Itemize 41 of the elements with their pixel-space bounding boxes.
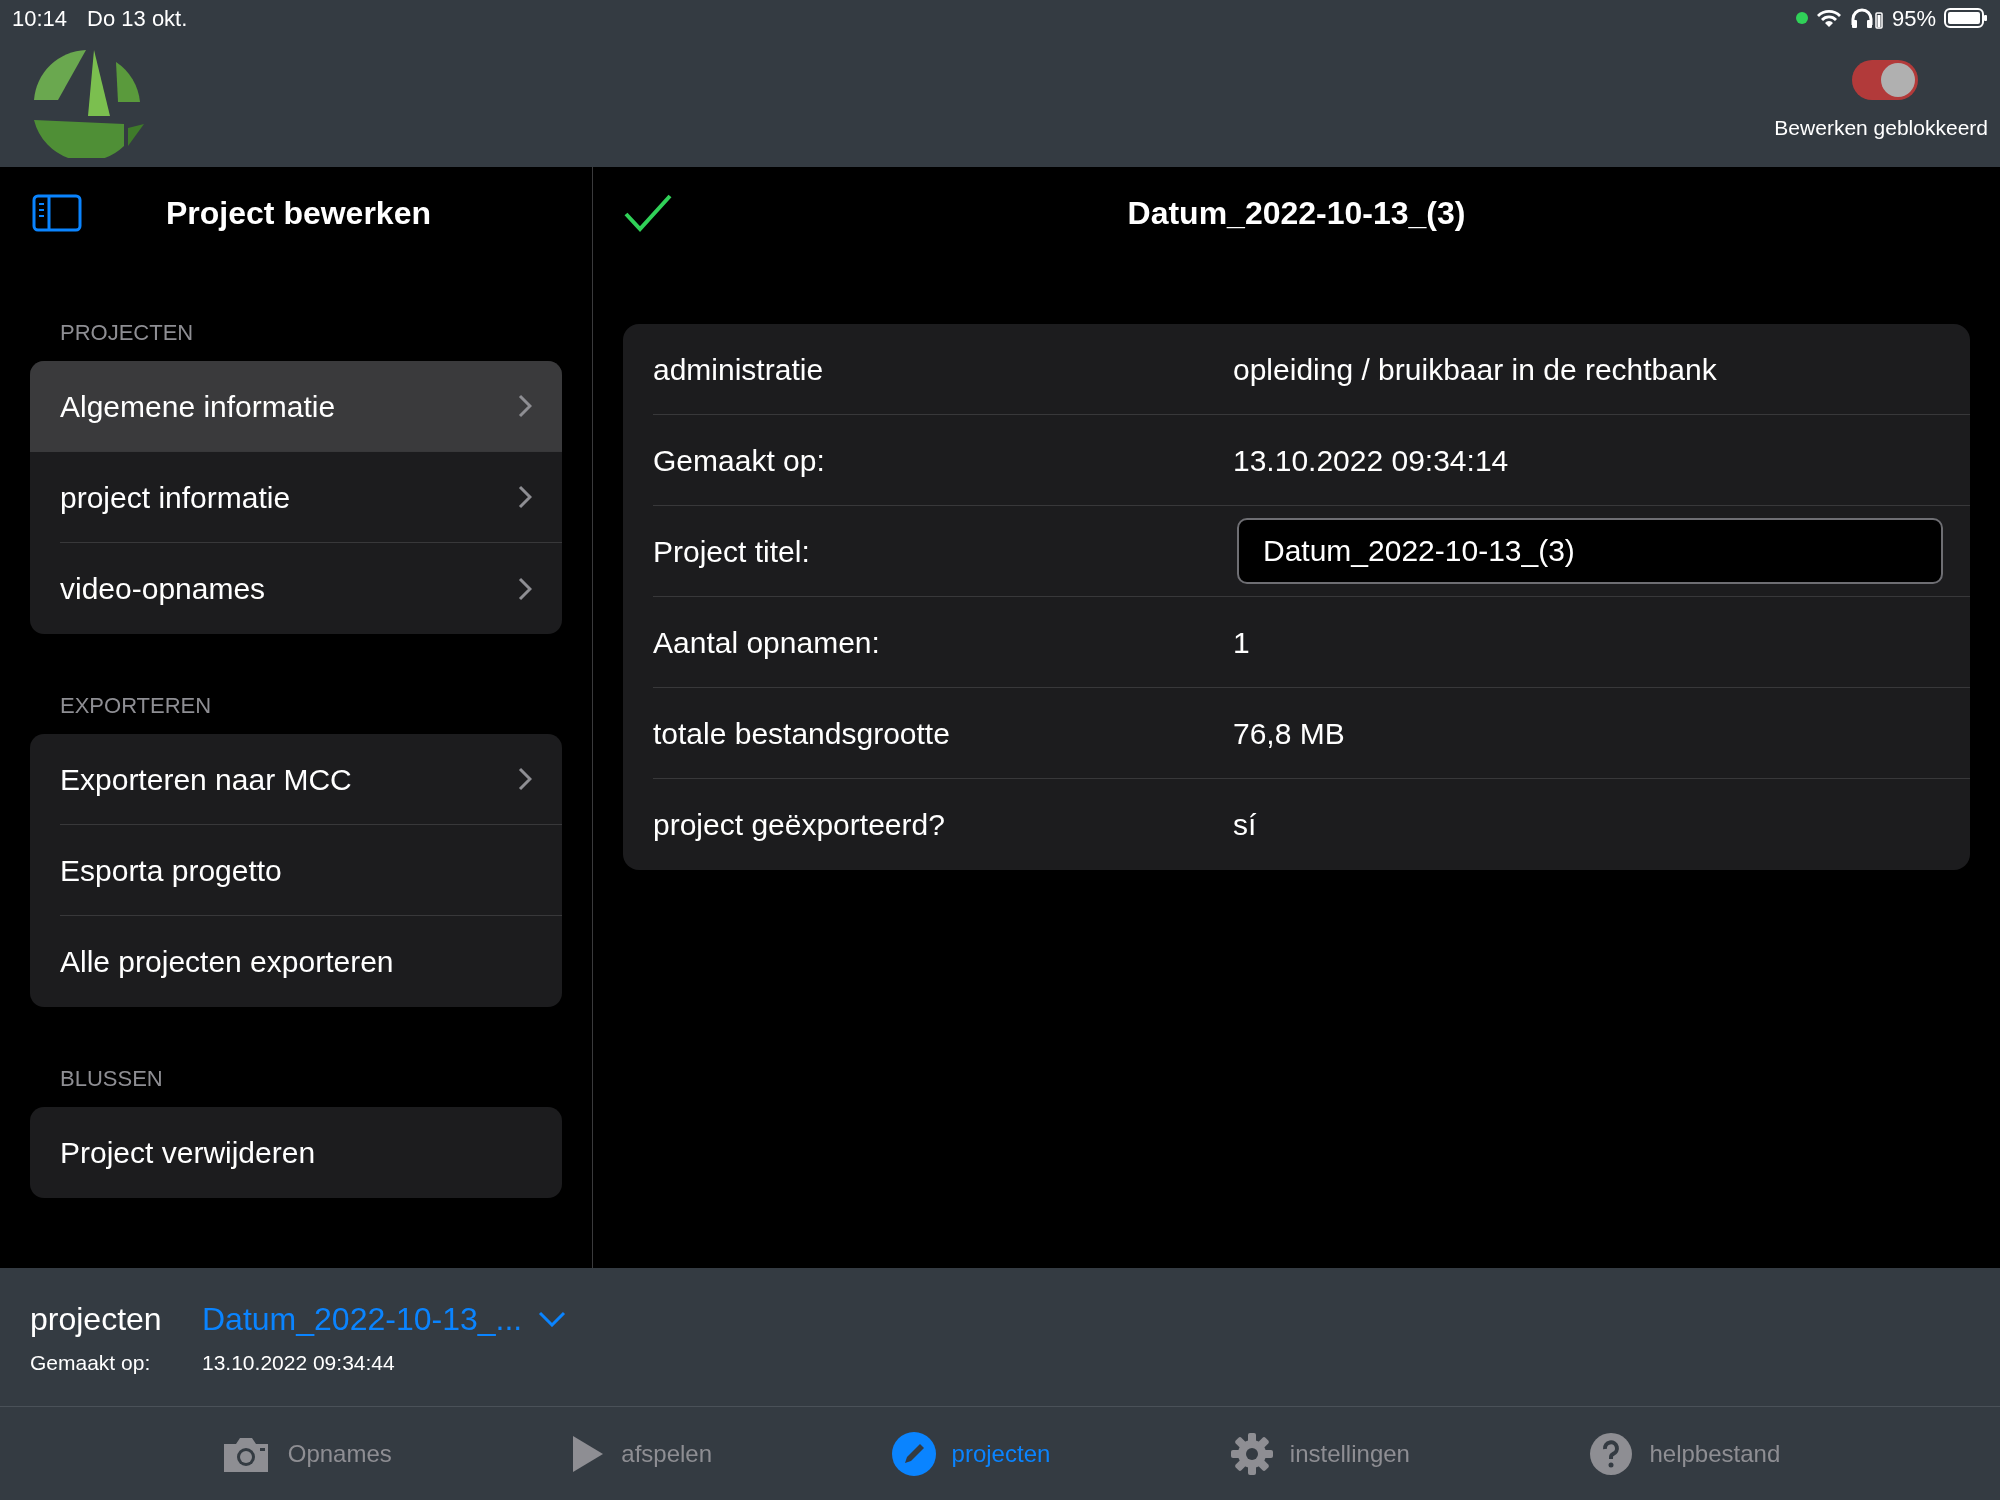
sidebar-item[interactable]: Exporteren naar MCC — [30, 734, 562, 825]
pencil-icon — [891, 1431, 936, 1476]
sidebar-item[interactable]: Esporta progetto — [30, 825, 562, 916]
battery-icon — [1944, 7, 1988, 29]
row-value: opleiding / bruikbaar in de rechtbank — [1233, 351, 1717, 388]
created-label: Gemaakt op: — [30, 1350, 152, 1377]
help-icon — [1589, 1431, 1634, 1476]
wifi-icon — [1815, 8, 1842, 28]
checkmark-icon[interactable] — [623, 193, 673, 233]
chevron-down-icon — [538, 1311, 567, 1328]
section-header: PROJECTEN — [59, 319, 195, 347]
row-value: sí — [1233, 807, 1257, 843]
row-label: administratie — [653, 351, 825, 388]
status-date: Do 13 okt. — [87, 4, 188, 33]
sidebar-title: Project bewerken — [166, 194, 431, 233]
created-value: 13.10.2022 09:34:44 — [202, 1350, 395, 1377]
projects-label: projecten — [30, 1300, 163, 1340]
headphones-icon — [1849, 7, 1884, 29]
row-value: 76,8 MB — [1233, 715, 1345, 752]
row-value: 1 — [1233, 624, 1250, 661]
row-label: Project titel: — [653, 533, 811, 570]
battery-percentage: 95% — [1891, 4, 1936, 33]
sidebar-item[interactable]: project informatie — [30, 452, 562, 543]
sidebar-item[interactable]: Project verwijderen — [30, 1107, 562, 1198]
row-label: totale bestandsgrootte — [653, 715, 951, 752]
sidebar-item[interactable]: Algemene informatie — [30, 361, 562, 452]
project-title-input[interactable]: Datum_2022-10-13_(3) — [1237, 518, 1943, 584]
section-header: EXPORTEREN — [59, 692, 213, 720]
sidebar-item[interactable]: video-opnames — [30, 543, 562, 634]
sidebar-toggle-icon[interactable] — [32, 193, 82, 233]
row-label: Aantal opnamen: — [653, 624, 881, 661]
section-header: BLUSSEN — [59, 1065, 164, 1093]
row-label: Gemaakt op: — [653, 442, 826, 479]
sidebar-item[interactable]: Alle projecten exporteren — [30, 916, 562, 1007]
row-label: project geëxporteerd? — [653, 807, 946, 843]
row-value: 13.10.2022 09:34:14 — [1233, 442, 1509, 479]
detail-title: Datum_2022-10-13_(3) — [1127, 194, 1466, 233]
settings-icon — [1229, 1431, 1274, 1476]
toggle-label: Bewerken geblokkeerd — [1774, 115, 1988, 141]
edit-lock-toggle[interactable] — [1852, 60, 1918, 100]
status-time: 10:14 — [12, 4, 68, 33]
